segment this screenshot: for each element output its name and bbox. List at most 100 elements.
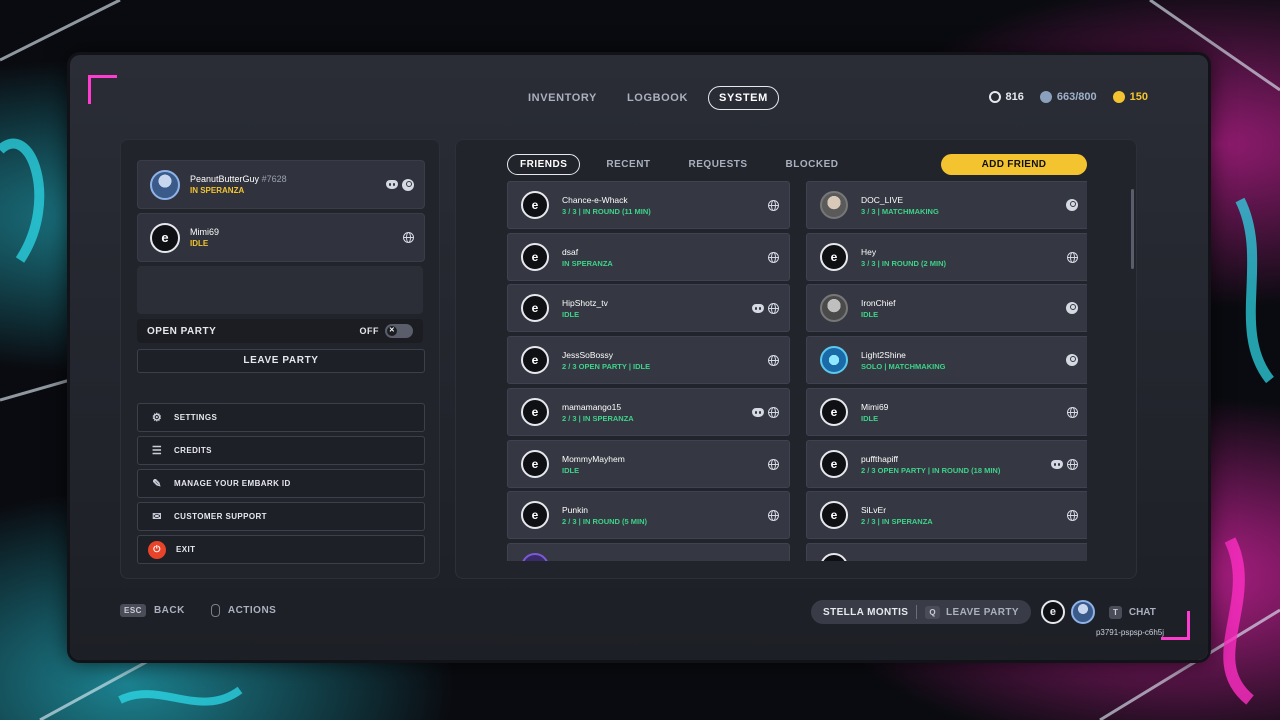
tab-blocked[interactable]: BLOCKED bbox=[774, 155, 851, 174]
globe-icon bbox=[1067, 509, 1078, 521]
friend-name: MommyMayhem bbox=[562, 453, 625, 464]
friend-card[interactable]: e MommyMayhem IDLE bbox=[507, 440, 790, 488]
tab-logbook[interactable]: LOGBOOK bbox=[617, 87, 698, 109]
friend-card[interactable]: e SiLvEr 2 / 3 | IN SPERANZA bbox=[806, 491, 1087, 539]
tab-requests[interactable]: REQUESTS bbox=[677, 155, 760, 174]
chat-button[interactable]: T CHAT bbox=[1108, 605, 1156, 619]
party-member-card[interactable]: e Mimi69 IDLE bbox=[137, 213, 425, 262]
friends-list: e Chance-e-Whack 3 / 3 | IN ROUND (11 MIN)… bbox=[507, 181, 1087, 561]
member-name: PeanutButterGuy bbox=[190, 174, 260, 184]
chat-bubble-icon: ✉ bbox=[152, 511, 162, 523]
settings-button[interactable]: ⚙ SETTINGS bbox=[137, 403, 425, 432]
avatar[interactable] bbox=[1070, 600, 1095, 624]
frame-corner-accent bbox=[88, 75, 117, 104]
party-member-card[interactable]: PeanutButterGuy #7628 IN SPERANZA bbox=[137, 160, 425, 209]
friend-card[interactable]: e42otaz bbox=[806, 543, 1087, 561]
open-party-row: OPEN PARTY OFF ✕ bbox=[137, 319, 423, 343]
friend-card[interactable]: e mamamango15 2 / 3 | IN SPERANZA bbox=[507, 388, 790, 436]
friends-scrollbar[interactable] bbox=[1131, 189, 1134, 269]
avatar: e bbox=[521, 398, 549, 426]
tokens-counter: 663/800 bbox=[1039, 91, 1097, 103]
power-icon: ⏻ bbox=[148, 540, 166, 559]
friend-name: JessSoBossy bbox=[562, 349, 614, 360]
member-name: Mimi69 bbox=[190, 227, 220, 237]
manage-embark-id-button[interactable]: ✎ MANAGE YOUR EMBARK ID bbox=[137, 469, 425, 498]
friend-card[interactable]: IronChief IDLE bbox=[806, 284, 1087, 332]
friend-name: DOC_LIVE bbox=[861, 194, 904, 205]
system-menu-window: INVENTORY LOGBOOK SYSTEM 816 663/800 150… bbox=[70, 55, 1208, 660]
avatar[interactable]: e bbox=[1040, 600, 1065, 624]
friend-card[interactable]: OREGON420KICKTV bbox=[507, 543, 790, 561]
friend-card[interactable]: e HipShotz_tv IDLE bbox=[507, 284, 790, 332]
footer-controls: ESC BACK ACTIONS bbox=[120, 604, 276, 617]
discord-icon bbox=[752, 407, 764, 417]
friend-card[interactable]: e Hey 3 / 3 | IN ROUND (2 MIN) bbox=[806, 233, 1087, 281]
friend-name: Hey bbox=[861, 246, 877, 257]
friend-card[interactable]: e Mimi69 IDLE bbox=[806, 388, 1087, 436]
friend-card[interactable]: e JessSoBossy 2 / 3 OPEN PARTY | IDLE bbox=[507, 336, 790, 384]
globe-icon bbox=[768, 302, 779, 314]
avatar bbox=[820, 294, 848, 322]
friend-name: SiLvEr bbox=[861, 504, 887, 515]
friend-status: IDLE bbox=[562, 309, 580, 319]
avatar: e bbox=[521, 243, 549, 271]
footer-party-bar: STELLA MONTIS Q LEAVE PARTY e T CHAT bbox=[811, 600, 1156, 624]
add-friend-button[interactable]: ADD FRIEND bbox=[941, 154, 1087, 175]
friend-name: dsaf bbox=[562, 246, 579, 257]
friend-name: HipShotz_tv bbox=[562, 297, 608, 308]
member-status: IN SPERANZA bbox=[190, 186, 245, 195]
friend-card[interactable]: e puffthapiff 2 / 3 OPEN PARTY | IN ROUND … bbox=[806, 440, 1087, 488]
esc-key-hint: ESC bbox=[120, 604, 146, 617]
friend-status: 2 / 3 OPEN PARTY | IN ROUND (18 MIN) bbox=[861, 465, 1001, 475]
friend-card[interactable]: e dsaf IN SPERANZA bbox=[507, 233, 790, 281]
globe-icon bbox=[1067, 406, 1078, 418]
leave-party-button[interactable]: LEAVE PARTY bbox=[137, 349, 425, 373]
vres-icon bbox=[1112, 91, 1125, 103]
token-icon bbox=[1039, 91, 1052, 103]
actions-button[interactable]: ACTIONS bbox=[228, 605, 277, 616]
footer-leave-party-button[interactable]: LEAVE PARTY bbox=[946, 607, 1019, 618]
empty-party-slot[interactable] bbox=[137, 266, 423, 314]
customer-support-button[interactable]: ✉ CUSTOMER SUPPORT bbox=[137, 502, 425, 531]
open-party-toggle[interactable]: ✕ bbox=[385, 324, 413, 338]
exit-button[interactable]: ⏻ EXIT bbox=[137, 535, 425, 564]
friend-status: 3 / 3 | IN ROUND (11 MIN) bbox=[562, 206, 651, 216]
friend-card[interactable]: e Punkin 2 / 3 | IN ROUND (5 MIN) bbox=[507, 491, 790, 539]
friend-card[interactable]: e Chance-e-Whack 3 / 3 | IN ROUND (11 MIN) bbox=[507, 181, 790, 229]
avatar: e bbox=[150, 222, 180, 253]
friend-name: IronChief bbox=[861, 297, 896, 308]
gear-icon: ⚙ bbox=[151, 412, 163, 424]
credits-button[interactable]: ☰ CREDITS bbox=[137, 436, 425, 465]
frame-corner-accent bbox=[1161, 611, 1190, 640]
tab-inventory[interactable]: INVENTORY bbox=[518, 87, 607, 109]
tab-friends[interactable]: FRIENDS bbox=[507, 154, 581, 175]
avatar: e bbox=[820, 398, 848, 426]
avatar: e bbox=[521, 346, 549, 374]
location-label: STELLA MONTIS bbox=[823, 606, 909, 618]
friend-card[interactable]: DOC_LIVE 3 / 3 | MATCHMAKING bbox=[806, 181, 1087, 229]
avatar bbox=[521, 553, 549, 561]
friend-card[interactable]: Light2Shine SOLO | MATCHMAKING bbox=[806, 336, 1087, 384]
friend-name: mamamango15 bbox=[562, 401, 622, 412]
friend-status: IDLE bbox=[861, 413, 879, 423]
friend-status: 3 / 3 | IN ROUND (2 MIN) bbox=[861, 258, 947, 268]
globe-icon bbox=[768, 406, 779, 418]
friends-tabs: FRIENDS RECENT REQUESTS BLOCKED bbox=[507, 154, 851, 175]
globe-icon bbox=[768, 354, 779, 366]
globe-icon bbox=[768, 199, 779, 211]
friend-status: 2 / 3 | IN SPERANZA bbox=[562, 413, 634, 423]
back-button[interactable]: BACK bbox=[154, 605, 185, 616]
globe-icon bbox=[768, 509, 779, 521]
steam-icon bbox=[402, 178, 414, 191]
friend-status: SOLO | MATCHMAKING bbox=[861, 361, 946, 371]
avatar: e bbox=[820, 501, 848, 529]
steam-icon bbox=[1066, 199, 1078, 211]
friend-status: 2 / 3 | IN ROUND (5 MIN) bbox=[562, 516, 648, 526]
tab-recent[interactable]: RECENT bbox=[594, 155, 662, 174]
tab-system[interactable]: SYSTEM bbox=[708, 86, 779, 110]
t-key-hint: T bbox=[1108, 605, 1122, 619]
multibucks-icon bbox=[988, 91, 1001, 103]
open-party-label: OPEN PARTY bbox=[147, 325, 217, 337]
globe-icon bbox=[768, 251, 779, 263]
mouse-icon bbox=[210, 604, 220, 617]
